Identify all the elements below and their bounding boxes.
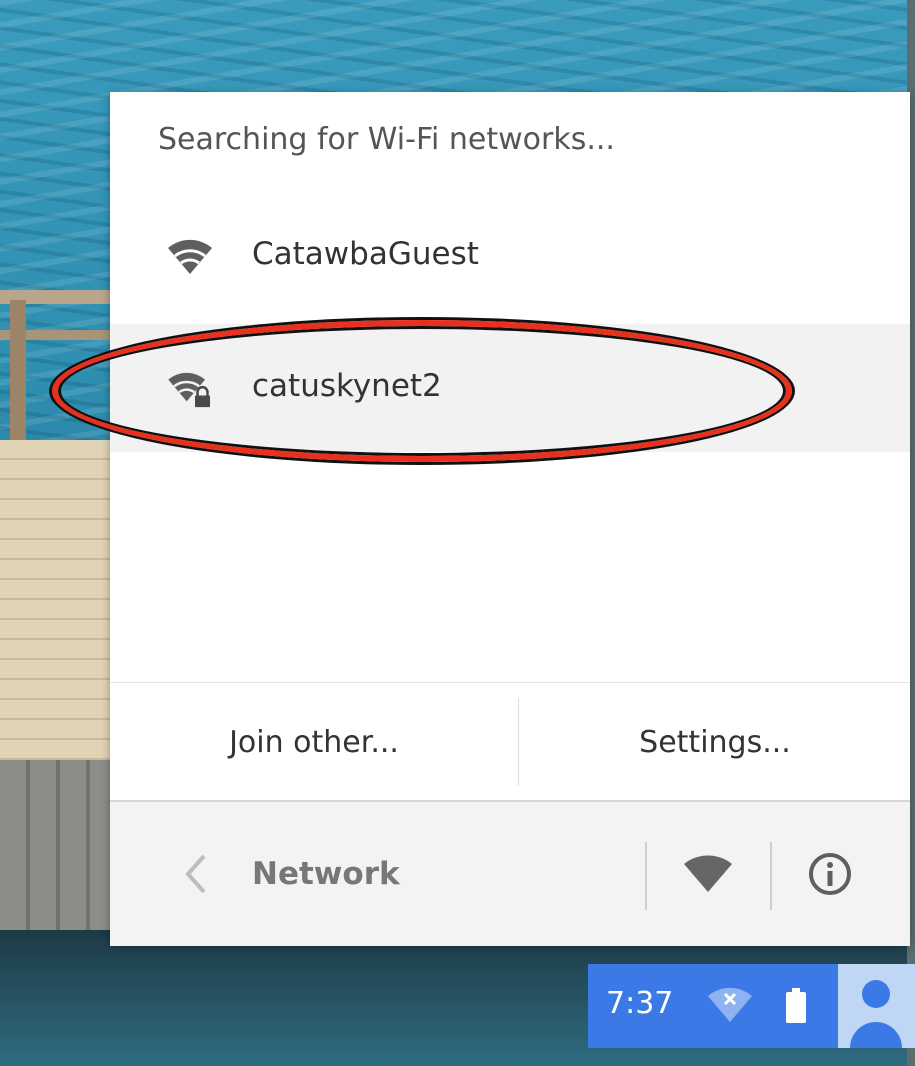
network-item-catawbaguest[interactable]: CatawbaGuest bbox=[110, 192, 910, 320]
divider bbox=[770, 842, 772, 910]
network-name: catuskynet2 bbox=[252, 368, 442, 404]
wifi-signal-icon bbox=[168, 239, 212, 274]
footer-title: Network bbox=[252, 856, 400, 892]
settings-button[interactable]: Settings... bbox=[520, 702, 910, 782]
user-avatar[interactable] bbox=[838, 964, 915, 1048]
user-icon bbox=[850, 980, 902, 1048]
battery-icon bbox=[786, 988, 806, 1023]
wifi-secured-icon bbox=[168, 372, 210, 408]
searching-status: Searching for Wi-Fi networks... bbox=[158, 122, 615, 157]
divider bbox=[645, 842, 647, 910]
back-icon[interactable] bbox=[180, 852, 210, 896]
system-tray[interactable]: 7:37 bbox=[588, 964, 915, 1048]
wifi-toggle-icon[interactable] bbox=[682, 854, 734, 894]
network-menu-popup: Searching for Wi-Fi networks... CatawbaG… bbox=[52, 92, 910, 946]
network-item-catuskynet2[interactable]: catuskynet2 bbox=[110, 324, 910, 452]
network-name: CatawbaGuest bbox=[252, 236, 479, 272]
wifi-disconnected-icon bbox=[708, 987, 752, 1022]
divider bbox=[110, 682, 910, 683]
clock-time: 7:37 bbox=[606, 986, 674, 1021]
info-icon[interactable] bbox=[806, 850, 854, 898]
popup-footer: Network bbox=[110, 800, 910, 946]
divider bbox=[518, 698, 519, 786]
join-other-button[interactable]: Join other... bbox=[110, 702, 518, 782]
